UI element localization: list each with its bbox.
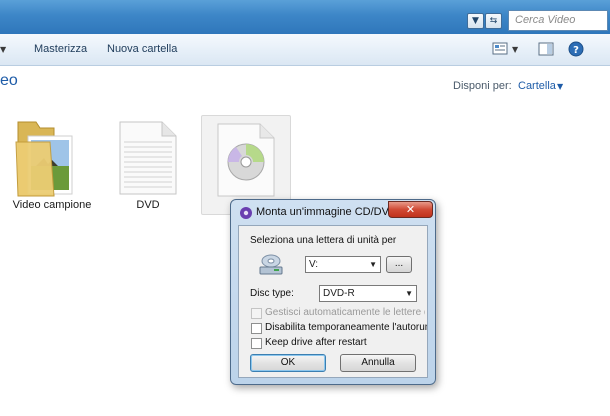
arrange-by-dropdown[interactable]: Cartella [518, 80, 556, 92]
chevron-down-icon: ▼ [472, 16, 479, 26]
dialog-title: Monta un'immagine CD/DVD [256, 206, 394, 218]
folder-title: eo [0, 72, 18, 89]
svg-text:?: ? [573, 45, 579, 56]
chevron-down-icon[interactable]: ▼ [557, 82, 563, 91]
drive-letter-value: V: [309, 259, 319, 270]
text-file-icon [119, 121, 177, 195]
disc-image-icon [217, 123, 275, 197]
preview-pane-icon[interactable] [538, 42, 554, 56]
history-dropdown-button[interactable]: ▼ [467, 13, 484, 29]
close-icon: ✕ [405, 203, 416, 216]
cancel-button[interactable]: Annulla [340, 354, 416, 372]
file-name: Video campione [12, 199, 92, 211]
ok-button[interactable]: OK [250, 354, 326, 372]
view-options-icon[interactable] [492, 42, 508, 56]
chevron-down-icon: ▼ [369, 260, 377, 269]
mount-image-dialog: Monta un'immagine CD/DVD ✕ Seleziona una… [230, 199, 436, 385]
help-icon[interactable]: ? [568, 41, 584, 57]
disable-autorun-label: Disabilita temporaneamente l'autorun [265, 322, 427, 333]
disable-autorun-checkbox[interactable] [251, 323, 262, 334]
folder-icon [15, 121, 73, 197]
command-bar: ▼ Masterizza Nuova cartella ▼ ? [0, 34, 610, 66]
chevron-down-icon[interactable]: ▼ [512, 45, 518, 54]
close-button[interactable]: ✕ [388, 201, 433, 218]
chevron-down-icon: ▼ [0, 45, 7, 54]
refresh-button[interactable]: ⇆ [485, 13, 502, 29]
disc-type-label: Disc type: [250, 288, 294, 299]
chevron-down-icon: ▼ [405, 289, 413, 298]
virtual-drive-icon [240, 207, 252, 219]
drive-icon [259, 254, 283, 275]
file-name: DVD [136, 199, 160, 211]
auto-manage-label: Gestisci automaticamente le lettere dell… [265, 307, 425, 318]
disc-type-value: DVD-R [323, 288, 355, 299]
drive-letter-label: Seleziona una lettera di unità per [250, 235, 397, 246]
new-folder-button[interactable]: Nuova cartella [107, 43, 177, 55]
keep-drive-checkbox[interactable] [251, 338, 262, 349]
keep-drive-label: Keep drive after restart [265, 337, 367, 348]
disc-type-select[interactable]: DVD-R ▼ [319, 285, 417, 302]
refresh-icon: ⇆ [489, 16, 498, 26]
browse-button[interactable]: ... [386, 256, 412, 273]
dialog-body: Seleziona una lettera di unità per V: ▼ … [238, 225, 428, 378]
window-titlebar: ▼ ⇆ Cerca Video [0, 0, 610, 34]
burn-button[interactable]: Masterizza [34, 43, 87, 55]
auto-manage-checkbox[interactable] [251, 308, 262, 319]
arrange-by-label: Disponi per: [453, 80, 512, 92]
drive-letter-select[interactable]: V: ▼ [305, 256, 381, 273]
search-input[interactable]: Cerca Video [508, 10, 608, 31]
